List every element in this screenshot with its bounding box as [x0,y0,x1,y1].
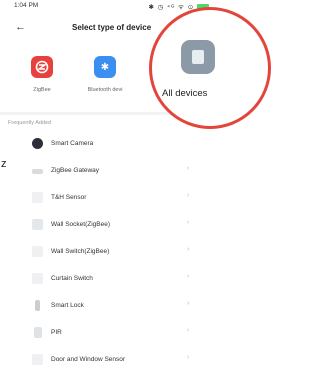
category-label: ZigBee [33,87,51,93]
device-row[interactable]: Curtain Switch › [0,266,215,292]
device-row[interactable]: PIR › [0,320,215,346]
device-name: Smart Lock [51,302,84,309]
device-name: Door and Window Sensor [51,356,126,363]
all-devices-label: All devices [162,88,208,99]
category-bluetooth[interactable]: ✱ Bluetooth devi [80,56,130,93]
all-devices-highlight[interactable]: All devices [149,7,271,129]
category-zigbee[interactable]: ZigBee [17,56,67,93]
lock-icon [35,300,40,311]
category-label: Bluetooth devi [87,87,123,93]
device-row[interactable]: Wall Socket(ZigBee) › [0,212,215,238]
chevron-right-icon: › [187,354,190,361]
chevron-right-icon: › [187,165,190,172]
switch-icon [32,246,43,257]
device-name: ZigBee Gateway [51,167,100,174]
chevron-right-icon: › [187,327,190,334]
section-title: Frequently Added [8,120,52,126]
device-name: Smart Camera [51,140,94,147]
camera-icon [32,138,43,149]
status-indicator-icons: ✱ ◷ ⁴ᴳ ᯤ ⊙ [148,4,195,11]
chevron-right-icon: › [187,246,190,253]
all-devices-icon [181,40,215,74]
curtain-switch-icon [32,273,43,284]
device-name: Wall Switch(ZigBee) [51,248,110,255]
device-row[interactable]: Smart Camera [0,131,215,157]
device-row[interactable]: Wall Switch(ZigBee) › [0,239,215,265]
door-sensor-icon [32,354,43,365]
socket-icon [32,219,43,230]
sensor-icon [32,192,43,203]
gateway-icon [32,169,43,174]
chevron-right-icon: › [187,192,190,199]
chevron-right-icon: › [187,300,190,307]
device-name: PIR [51,329,62,336]
device-name: Wall Socket(ZigBee) [51,221,110,228]
device-row[interactable]: Door and Window Sensor › [0,347,215,373]
page-title: Select type of device [72,23,152,32]
device-row[interactable]: ZigBee Gateway › [0,158,215,184]
bluetooth-icon: ✱ [94,56,116,78]
chevron-right-icon: › [187,219,190,226]
device-row[interactable]: Smart Lock › [0,293,215,319]
device-name: T&H Sensor [51,194,87,201]
zigbee-icon [31,56,53,78]
pir-icon [34,327,42,338]
status-time: 1:04 PM [14,2,39,9]
device-row[interactable]: T&H Sensor › [0,185,215,211]
back-arrow-icon[interactable]: ← [15,21,26,33]
device-name: Curtain Switch [51,275,93,282]
chevron-right-icon: › [187,273,190,280]
